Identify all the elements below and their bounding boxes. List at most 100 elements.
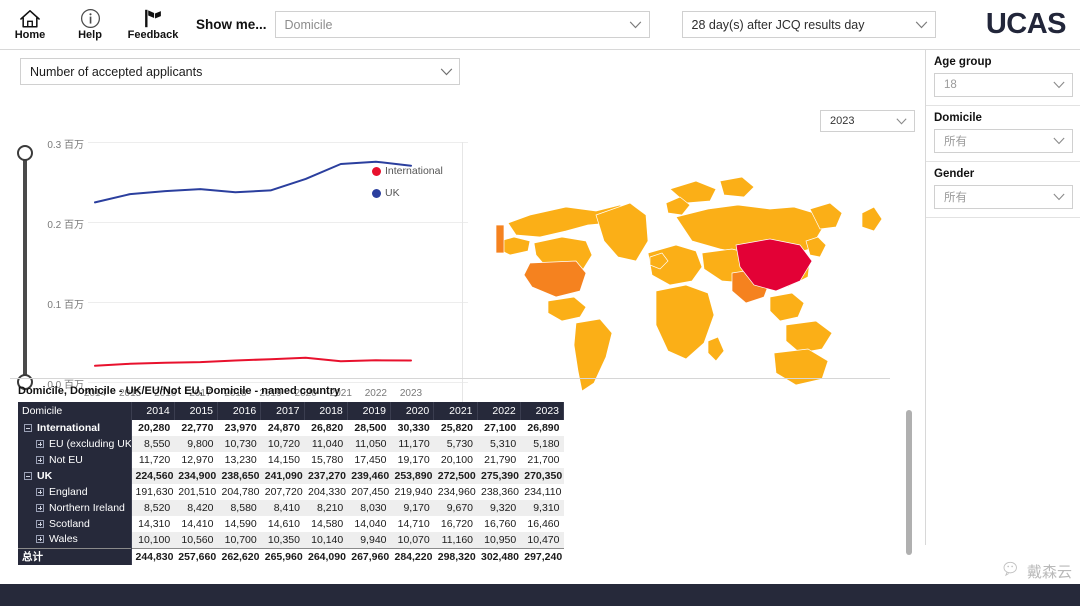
- help-button-label: Help: [78, 29, 102, 41]
- map-region[interactable]: [773, 348, 829, 386]
- table-cell: 275,390: [477, 468, 521, 484]
- filter-domicile-title: Domicile: [934, 112, 982, 124]
- filter-gender-value: 所有: [944, 192, 967, 204]
- expand-icon[interactable]: [36, 519, 44, 528]
- domicile-data-table: Domicile 2014 2015 2016 2017 2018 2019 2020 2021…: [18, 402, 565, 565]
- world-choropleth-map[interactable]: [470, 145, 920, 425]
- map-region[interactable]: [495, 224, 505, 254]
- filter-age-group-dropdown[interactable]: 18: [934, 73, 1073, 97]
- table-row-label: International: [37, 421, 101, 434]
- map-region[interactable]: [655, 284, 715, 360]
- slider-handle-max[interactable]: [17, 145, 33, 161]
- legend-item-international[interactable]: International: [372, 165, 443, 177]
- table-cell: 10,350: [260, 532, 304, 548]
- line-chart-svg: [94, 160, 412, 367]
- table-col-header-year[interactable]: 2015: [174, 402, 219, 420]
- table-row-label-cell[interactable]: Not EU: [18, 452, 132, 468]
- chart-panel: Number of accepted applicants 2023 0.3 百…: [0, 50, 925, 417]
- table-row-label: EU (excluding UK): [49, 437, 131, 450]
- home-button[interactable]: Home: [0, 1, 60, 49]
- collapse-icon[interactable]: [24, 423, 32, 432]
- map-region[interactable]: [861, 206, 883, 232]
- home-icon: [19, 9, 41, 29]
- table-col-header-year[interactable]: 2022: [477, 402, 521, 420]
- legend-label: UK: [385, 187, 400, 199]
- results-day-dropdown[interactable]: 28 day(s) after JCQ results day: [681, 11, 936, 38]
- table-cell: 16,720: [440, 518, 473, 530]
- year-dropdown[interactable]: 2023: [820, 110, 915, 132]
- table-row-label-cell[interactable]: EU (excluding UK): [18, 436, 132, 452]
- table-row[interactable]: England 191,630 201,510 204,780 207,720 204,3…: [18, 484, 564, 500]
- map-region[interactable]: [573, 318, 613, 392]
- value-range-slider[interactable]: [16, 145, 34, 390]
- table-col-header-year[interactable]: 2023: [520, 402, 565, 420]
- table-row[interactable]: UK 224,560 234,900 238,650 241,090 237,270 239…: [18, 468, 564, 484]
- map-region[interactable]: [523, 260, 587, 298]
- feedback-button-label: Feedback: [127, 29, 179, 41]
- chevron-down-icon: [1046, 193, 1072, 201]
- table-cell: 201,510: [178, 486, 217, 498]
- dashboard-root: Home Help Feedback Show me... Domicile 2…: [0, 0, 1080, 606]
- table-row[interactable]: Northern Ireland 8,520 8,420 8,580 8,410 8,21…: [18, 500, 564, 516]
- table-cell: 14,150: [267, 454, 300, 466]
- table-row-label-cell[interactable]: Wales: [18, 532, 132, 548]
- map-region[interactable]: [805, 236, 827, 258]
- table-row-label-cell[interactable]: International: [18, 420, 132, 436]
- chevron-down-icon: [909, 20, 935, 29]
- legend-item-uk[interactable]: UK: [372, 187, 443, 199]
- table-cell: 9,940: [347, 532, 391, 548]
- table-col-header-year[interactable]: 2019: [347, 402, 392, 420]
- feedback-button[interactable]: Feedback: [120, 1, 186, 49]
- filter-domicile-value: 所有: [944, 136, 967, 148]
- map-region[interactable]: [547, 296, 587, 322]
- expand-icon[interactable]: [36, 455, 44, 464]
- chart-legend: International UK: [372, 165, 443, 209]
- table-col-header-year[interactable]: 2014: [131, 402, 175, 420]
- table-cell: 10,950: [477, 532, 521, 548]
- table-row-label-cell[interactable]: England: [18, 484, 132, 500]
- filter-panel: Age group 18 Domicile 所有 Gender 所有: [925, 50, 1080, 545]
- collapse-icon[interactable]: [24, 471, 32, 480]
- table-col-header-year[interactable]: 2021: [433, 402, 478, 420]
- table-cell: 23,970: [224, 422, 257, 434]
- table-row-label-cell[interactable]: Northern Ireland: [18, 500, 132, 516]
- year-value: 2023: [830, 115, 855, 127]
- table-row-label: Not EU: [49, 453, 83, 466]
- table-cell: 10,560: [174, 532, 218, 548]
- table-cell: 219,940: [394, 486, 433, 498]
- help-button[interactable]: Help: [60, 1, 120, 49]
- table-col-header-year[interactable]: 2018: [304, 402, 348, 420]
- table-col-header-year[interactable]: 2017: [260, 402, 305, 420]
- table-row-label-cell[interactable]: Scotland: [18, 516, 132, 532]
- map-region[interactable]: [785, 320, 833, 354]
- table-col-header-year[interactable]: 2016: [217, 402, 262, 420]
- expand-icon[interactable]: [36, 487, 44, 496]
- map-region[interactable]: [707, 336, 725, 362]
- filter-domicile-dropdown[interactable]: 所有: [934, 129, 1073, 153]
- expand-icon[interactable]: [36, 503, 44, 512]
- show-me-dropdown[interactable]: Domicile: [274, 11, 650, 38]
- filter-domicile: Domicile 所有: [926, 106, 1080, 162]
- map-region[interactable]: [719, 176, 755, 198]
- metric-dropdown[interactable]: Number of accepted applicants: [20, 58, 460, 85]
- top-toolbar: Home Help Feedback Show me... Domicile 2…: [0, 0, 1080, 50]
- map-region[interactable]: [769, 292, 805, 322]
- footer-bar: [0, 584, 1080, 606]
- table-row[interactable]: EU (excluding UK) 8,550 9,800 10,730 10,720 1…: [18, 436, 564, 452]
- table-row[interactable]: Wales 10,100 10,560 10,700 10,350 10,140 9,940…: [18, 532, 564, 548]
- table-row-label-cell[interactable]: UK: [18, 468, 132, 484]
- table-row[interactable]: Not EU 11,720 12,970 13,230 14,150 15,780 17,4…: [18, 452, 564, 468]
- table-row-label: Scotland: [49, 517, 90, 530]
- filter-age-group-value: 18: [944, 79, 957, 91]
- table-col-header-domicile[interactable]: Domicile: [18, 402, 132, 420]
- table-scrollbar[interactable]: [906, 410, 912, 555]
- table-row[interactable]: International 20,280 22,770 23,970 24,870 26,…: [18, 420, 564, 436]
- expand-icon[interactable]: [36, 439, 44, 448]
- table-cell: 10,700: [217, 532, 261, 548]
- table-cell: 234,960: [437, 486, 476, 498]
- expand-icon[interactable]: [36, 535, 44, 544]
- table-col-header-year[interactable]: 2020: [390, 402, 435, 420]
- table-row[interactable]: Scotland 14,310 14,410 14,590 14,610 14,580 14…: [18, 516, 564, 532]
- filter-gender-dropdown[interactable]: 所有: [934, 185, 1073, 209]
- filter-gender: Gender 所有: [926, 162, 1080, 218]
